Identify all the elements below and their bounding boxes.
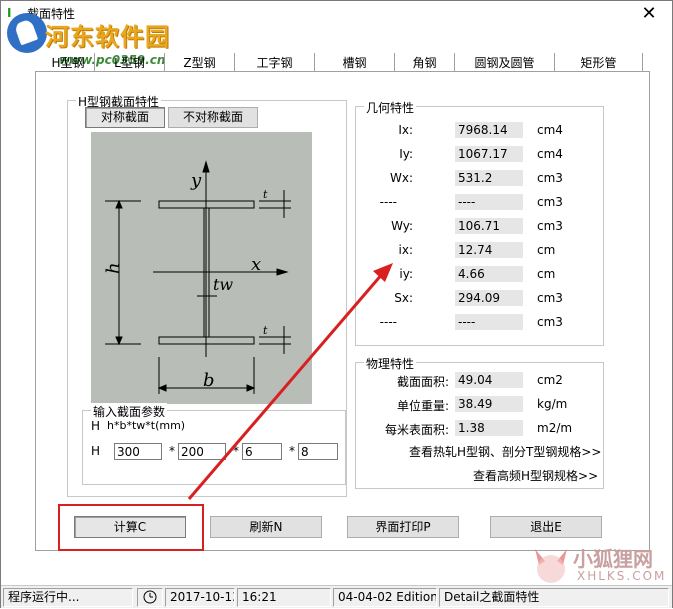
geometry-label: iy:: [399, 267, 413, 281]
geometry-value: 294.09: [455, 290, 523, 306]
geometry-label: Sx:: [394, 291, 413, 305]
corner-watermark: 小狐狸网 XHLKS.COM: [531, 541, 671, 589]
status-time: 16:21: [237, 588, 331, 607]
label-x: x: [251, 254, 261, 275]
geometry-unit: cm4: [537, 147, 563, 161]
b-input[interactable]: [178, 443, 226, 460]
main-window: I 截面特性 ✕ 河东软件园 www.pc0359.cn H型钢 L型钢 Z型钢…: [0, 0, 673, 608]
status-detail: Detail之截面特性: [439, 588, 669, 607]
geometry-label: Wx:: [389, 171, 413, 185]
geometry-label: Wy:: [391, 219, 413, 233]
corner-watermark-en: XHLKS.COM: [577, 569, 667, 583]
status-edition: 04-04-02 Edition: [333, 588, 437, 607]
geometry-value: 531.2: [455, 170, 523, 186]
physical-unit: m2/m: [537, 421, 573, 435]
geometry-value: 12.74: [455, 242, 523, 258]
geometry-unit: cm3: [537, 291, 563, 305]
label-t-bottom: t: [263, 324, 268, 337]
geometry-value: 4.66: [455, 266, 523, 282]
geometry-value: 1067.17: [455, 146, 523, 162]
geometry-label: ----: [379, 195, 397, 209]
label-y: y: [190, 170, 202, 191]
print-button[interactable]: 界面打印P: [347, 516, 459, 538]
close-button[interactable]: ✕: [634, 3, 664, 25]
input-params-group-label: 输入截面参数: [91, 403, 168, 420]
geometry-value: ----: [455, 194, 523, 210]
geometry-unit: cm3: [537, 219, 563, 233]
physical-value: 49.04: [455, 372, 523, 388]
label-tw: tw: [213, 275, 233, 294]
watermark-logo-icon: [7, 13, 47, 53]
label-t-top: t: [263, 188, 268, 201]
label-b: b: [203, 370, 215, 391]
asymmetric-section-button[interactable]: 不对称截面: [168, 107, 258, 128]
physical-value: 1.38: [455, 420, 523, 436]
hot-rolled-spec-link[interactable]: 查看热轧H型钢、剖分T型钢规格>>: [409, 443, 601, 460]
geometry-unit: cm: [537, 267, 556, 281]
status-running: 程序运行中...: [3, 588, 133, 607]
separator-2: *: [233, 444, 239, 458]
watermark-title: 河东软件园: [45, 22, 170, 51]
exit-button[interactable]: 退出E: [490, 516, 602, 538]
geometry-unit: cm: [537, 243, 556, 257]
refresh-button[interactable]: 刷新N: [210, 516, 322, 538]
highlight-box: [58, 504, 204, 551]
status-date: 2017-10-13: [165, 588, 235, 607]
geometry-label: Iy:: [399, 147, 413, 161]
label-h: h: [103, 262, 124, 274]
physical-label: 单位重量:: [396, 399, 449, 413]
t-input[interactable]: [298, 443, 338, 460]
fox-icon: [535, 549, 567, 583]
geometry-value: ----: [455, 314, 523, 330]
formula-text: h*b*tw*t(mm): [107, 419, 186, 432]
tw-input[interactable]: [242, 443, 282, 460]
geometry-unit: cm3: [537, 171, 563, 185]
geometry-label: ix:: [398, 243, 413, 257]
geometry-group-label: 几何特性: [364, 99, 417, 116]
geometry-unit: cm3: [537, 315, 563, 329]
input-row-label: H: [91, 444, 101, 458]
geometry-value: 7968.14: [455, 122, 523, 138]
corner-watermark-cn: 小狐狸网: [573, 547, 653, 571]
geometry-label: Ix:: [398, 123, 413, 137]
geometry-unit: cm4: [537, 123, 563, 137]
physical-group-label: 物理特性: [364, 355, 417, 372]
high-freq-spec-link[interactable]: 查看高频H型钢规格>>: [473, 467, 598, 484]
h-input[interactable]: [114, 443, 162, 460]
physical-label: 截面面积:: [396, 375, 449, 389]
geometry-label: ----: [379, 315, 397, 329]
symmetric-section-button[interactable]: 对称截面: [85, 107, 165, 128]
separator-1: *: [169, 444, 175, 458]
h-section-drawing: y x tw b h t t: [103, 160, 291, 394]
geometry-unit: cm3: [537, 195, 563, 209]
separator-3: *: [289, 444, 295, 458]
physical-unit: cm2: [537, 373, 563, 387]
physical-unit: kg/m: [537, 397, 568, 411]
physical-value: 38.49: [455, 396, 523, 412]
geometry-value: 106.71: [455, 218, 523, 234]
clock-icon: [137, 588, 163, 607]
physical-label: 每米表面积:: [384, 423, 449, 437]
h-section-diagram: y x tw b h t t: [91, 132, 312, 404]
formula-prefix: H: [91, 419, 101, 433]
